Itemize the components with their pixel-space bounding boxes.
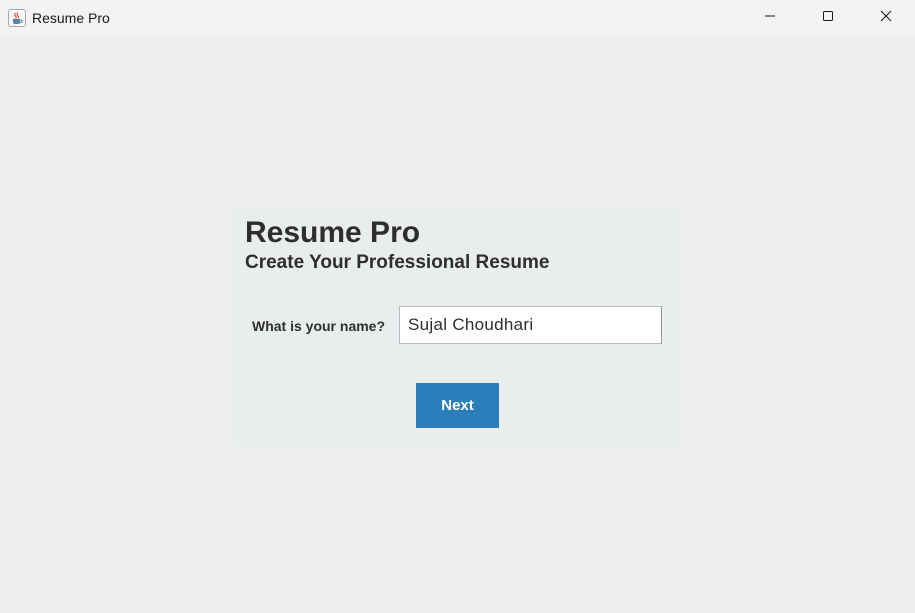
java-cup-icon	[8, 9, 26, 27]
name-label: What is your name?	[252, 318, 386, 334]
minimize-button[interactable]	[747, 0, 793, 36]
page-subtitle: Create Your Professional Resume	[245, 252, 550, 273]
name-input[interactable]	[399, 306, 662, 344]
close-icon	[880, 9, 892, 27]
page-title: Resume Pro	[245, 216, 421, 249]
maximize-button[interactable]	[805, 0, 851, 36]
minimize-icon	[764, 9, 776, 27]
close-button[interactable]	[863, 0, 909, 36]
app-window: Resume Pro Resume Pro Create Your Profes…	[0, 0, 915, 613]
window-title: Resume Pro	[32, 10, 110, 26]
title-bar[interactable]: Resume Pro	[0, 0, 915, 37]
welcome-panel: Resume Pro Create Your Professional Resu…	[234, 205, 682, 447]
next-button[interactable]: Next	[416, 383, 499, 428]
maximize-icon	[822, 9, 834, 27]
